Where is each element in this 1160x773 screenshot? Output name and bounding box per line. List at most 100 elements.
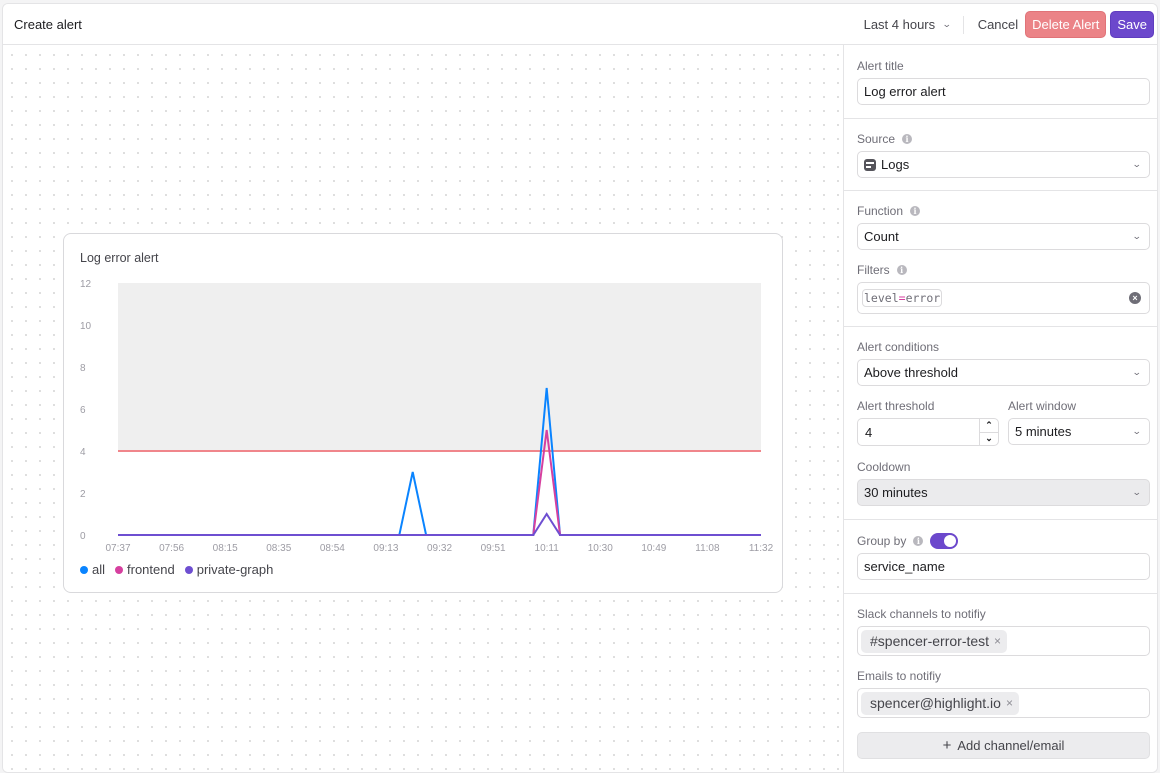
remove-tag-icon[interactable]: × (994, 634, 1001, 648)
conditions-value: Above threshold (864, 365, 958, 380)
legend-label: frontend (127, 562, 175, 577)
info-icon[interactable]: i (896, 265, 907, 275)
x-tick-label: 11:08 (695, 543, 720, 554)
group-by-input[interactable]: service_name (857, 553, 1150, 580)
chevron-down-icon: ⌄ (1132, 426, 1143, 436)
y-tick-label: 4 (80, 447, 86, 458)
slack-channels-input[interactable]: #spencer-error-test × (857, 626, 1150, 656)
y-tick-label: 8 (80, 363, 86, 374)
filters-label-row: Filters i (857, 263, 1150, 277)
chart-legend: all frontend private-graph (80, 562, 283, 577)
source-select[interactable]: Logs ⌄ (857, 151, 1150, 178)
x-tick-label: 11:32 (749, 543, 774, 554)
top-bar: Create alert Last 4 hours ⌄ Cancel Delet… (3, 4, 1157, 45)
legend-item-all[interactable]: all (80, 562, 105, 577)
window-label: Alert window (1008, 399, 1077, 413)
delete-alert-button[interactable]: Delete Alert (1025, 11, 1107, 38)
legend-dot (115, 565, 124, 574)
filter-chip[interactable]: level=error (862, 289, 943, 307)
threshold-value: 4 (865, 424, 873, 440)
x-tick-label: 10:11 (535, 543, 560, 554)
window-group: Alert window 5 minutes ⌄ (1008, 399, 1150, 446)
alert-title-label: Alert title (857, 59, 904, 73)
slack-channel-tag: #spencer-error-test × (861, 629, 1008, 653)
increment-icon[interactable]: ⌃ (980, 419, 998, 433)
function-label: Function (857, 204, 904, 218)
x-tick-label: 09:51 (481, 543, 506, 554)
x-tick-label: 08:35 (266, 543, 291, 554)
chart-card: Log error alert 0 2 4 6 8 10 12 07:37 07:56 08:15… (63, 233, 783, 593)
add-label: Add channel/email (957, 738, 1065, 753)
alert-title-value: Log error alert (864, 84, 946, 99)
y-tick-label: 10 (80, 321, 92, 332)
threshold-stepper[interactable]: 4 ⌃ ⌄ (857, 418, 999, 446)
y-tick-label: 2 (80, 489, 86, 500)
filters-input[interactable]: level=error × (857, 282, 1150, 314)
threshold-label: Alert threshold (857, 399, 935, 413)
window-select[interactable]: 5 minutes ⌄ (1008, 418, 1150, 445)
section-group-by: Group by i service_name (844, 520, 1157, 594)
alert-settings-panel: Alert title Log error alert Source i Log… (843, 45, 1157, 772)
decrement-icon[interactable]: ⌄ (980, 433, 998, 446)
logs-icon (864, 158, 876, 171)
header-actions: Last 4 hours ⌄ Cancel Delete Alert Save (856, 11, 1154, 38)
info-icon[interactable]: i (902, 134, 913, 144)
function-value: Count (864, 229, 899, 244)
remove-tag-icon[interactable]: × (1006, 696, 1013, 710)
chevron-down-icon: ⌄ (1132, 367, 1143, 377)
time-range-label: Last 4 hours (863, 17, 936, 32)
x-tick-label: 10:49 (641, 543, 666, 554)
y-tick-label: 6 (80, 405, 86, 416)
save-button[interactable]: Save (1110, 11, 1154, 38)
legend-item-frontend[interactable]: frontend (115, 562, 175, 577)
section-source: Source i Logs ⌄ (844, 119, 1157, 191)
group-by-value: service_name (864, 559, 945, 574)
emails-input[interactable]: spencer@highlight.io × (857, 688, 1150, 718)
add-channel-email-button[interactable]: + Add channel/email (857, 732, 1150, 759)
divider (962, 15, 964, 34)
chevron-down-icon: ⌄ (1132, 231, 1143, 241)
section-notify: Slack channels to notifiy #spencer-error… (844, 594, 1157, 759)
source-value: Logs (881, 157, 910, 172)
time-range-select[interactable]: Last 4 hours ⌄ (856, 11, 961, 38)
filters-label: Filters (857, 263, 890, 277)
group-by-label: Group by (857, 534, 907, 548)
preview-canvas: Log error alert 0 2 4 6 8 10 12 07:37 07:56 08:15… (3, 45, 842, 772)
alert-title-input[interactable]: Log error alert (857, 78, 1150, 105)
threshold-region (118, 283, 761, 451)
chevron-down-icon: ⌄ (1132, 159, 1143, 169)
legend-item-private-graph[interactable]: private-graph (184, 562, 274, 577)
clear-icon[interactable]: × (1129, 292, 1141, 304)
legend-label: all (92, 562, 106, 577)
series-line-private-graph (118, 512, 761, 536)
stepper-arrows: ⌃ ⌄ (979, 418, 999, 446)
chart: 0 2 4 6 8 10 12 07:37 07:56 08:15 08:35 08:54 09:13 0… (80, 279, 774, 554)
source-selected: Logs (864, 157, 909, 172)
info-icon[interactable]: i (910, 206, 921, 216)
group-by-toggle[interactable] (930, 533, 959, 549)
page-title: Create alert (14, 17, 82, 32)
app-window: Create alert Last 4 hours ⌄ Cancel Delet… (2, 3, 1158, 773)
cooldown-select[interactable]: 30 minutes ⌄ (857, 479, 1150, 506)
chevron-down-icon: ⌄ (942, 19, 952, 29)
info-icon[interactable]: i (913, 536, 924, 546)
x-tick-label: 07:37 (105, 543, 130, 554)
x-tick-label: 10:30 (588, 543, 613, 554)
legend-label: private-graph (196, 562, 274, 577)
tag-label: #spencer-error-test (870, 633, 990, 649)
threshold-input[interactable]: 4 (857, 418, 979, 446)
cancel-button[interactable]: Cancel (972, 11, 1024, 38)
x-tick-label: 09:32 (427, 543, 452, 554)
tag-label: spencer@highlight.io (870, 695, 1001, 711)
source-label: Source (857, 132, 896, 146)
x-tick-label: 09:13 (373, 543, 398, 554)
email-tag: spencer@highlight.io × (861, 691, 1019, 715)
function-select[interactable]: Count ⌄ (857, 223, 1150, 250)
y-tick-label: 0 (80, 531, 86, 542)
filter-operator: = (898, 291, 906, 305)
legend-dot (80, 565, 88, 574)
conditions-select[interactable]: Above threshold ⌄ (857, 359, 1150, 386)
x-tick-label: 08:15 (213, 543, 238, 554)
window-value: 5 minutes (1015, 424, 1072, 439)
slack-label: Slack channels to notifiy (857, 607, 986, 621)
